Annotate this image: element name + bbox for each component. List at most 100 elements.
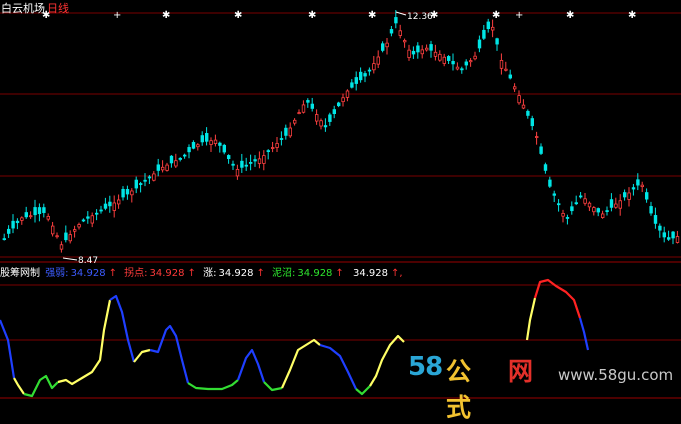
up-arrow-icon: ↑ bbox=[187, 268, 196, 279]
candle-body bbox=[490, 26, 495, 31]
candle-body bbox=[631, 187, 636, 190]
event-marker-icon[interactable]: ✱ bbox=[368, 10, 376, 21]
candle-body bbox=[226, 155, 231, 159]
candle-body bbox=[156, 164, 160, 171]
watermark-gongshi: 公式 bbox=[446, 357, 472, 422]
stock-name: 白云机场 bbox=[1, 2, 45, 15]
event-marker-icon[interactable]: + bbox=[515, 10, 523, 21]
candle-body bbox=[583, 198, 587, 204]
candle-body bbox=[37, 207, 42, 215]
chart-window[interactable]: ✱ + ✱ ✱ ✱ ✱ ✱ ✱ + ✱ ✱ 12.36 8.47 白云机场 日线 … bbox=[0, 0, 681, 422]
candle-body bbox=[24, 212, 28, 218]
candle-body bbox=[627, 192, 631, 200]
candle-body bbox=[174, 160, 178, 167]
candle-body bbox=[33, 207, 37, 216]
candle-body bbox=[99, 209, 103, 212]
candle-body bbox=[548, 179, 552, 187]
candle-body bbox=[394, 17, 398, 24]
candle-body bbox=[42, 207, 46, 213]
indicator-line-segment bbox=[187, 379, 239, 391]
candle-body bbox=[73, 229, 77, 232]
kline-chart[interactable]: ✱ + ✱ ✱ ✱ ✱ ✱ ✱ + ✱ ✱ 12.36 8.47 bbox=[0, 0, 681, 407]
candle-body bbox=[645, 192, 649, 200]
indicator-item: 泥沼: 34.928 ↑ bbox=[272, 268, 346, 279]
candle-body bbox=[103, 203, 108, 209]
event-marker-icon[interactable]: ✱ bbox=[234, 10, 242, 21]
indicator-line-segment bbox=[355, 385, 371, 396]
candle-body bbox=[81, 219, 86, 222]
candle-body bbox=[306, 100, 310, 103]
candle-body bbox=[350, 82, 354, 88]
indicator-name[interactable]: 股筹网制 bbox=[0, 268, 40, 279]
indicator-item-value: 34.928 bbox=[218, 268, 254, 279]
candlesticks bbox=[2, 10, 680, 253]
candle-body bbox=[86, 216, 90, 219]
candle-body bbox=[301, 104, 306, 113]
candle-body bbox=[526, 110, 530, 116]
candle-body bbox=[662, 232, 666, 238]
candle-body bbox=[213, 139, 218, 144]
indicator-item: 拐点: 34.928 ↑ bbox=[124, 268, 198, 279]
candle-body bbox=[231, 163, 235, 166]
candle-body bbox=[411, 50, 416, 55]
watermark-url: www.58gu.com bbox=[558, 366, 674, 384]
candle-body bbox=[623, 192, 627, 198]
candle-body bbox=[297, 112, 301, 114]
indicator-item-label: 强弱: bbox=[45, 268, 69, 279]
candle-body bbox=[653, 215, 658, 224]
candle-body bbox=[130, 190, 134, 196]
candle-body bbox=[165, 164, 169, 171]
candle-body bbox=[407, 49, 411, 58]
candle-body bbox=[367, 69, 372, 72]
event-marker-icon[interactable]: ✱ bbox=[628, 10, 636, 21]
extreme-labels: 12.36 8.47 bbox=[62, 11, 433, 266]
candle-body bbox=[160, 166, 165, 171]
up-arrow-icon: ↑ bbox=[108, 268, 117, 279]
candle-body bbox=[266, 150, 270, 153]
candle-body bbox=[218, 142, 222, 146]
candle-body bbox=[675, 236, 680, 243]
candle-body bbox=[504, 68, 508, 71]
candle-body bbox=[614, 203, 618, 208]
candle-body bbox=[77, 224, 81, 228]
candle-body bbox=[495, 38, 499, 45]
timeframe-label[interactable]: 日线 bbox=[47, 2, 69, 15]
event-markers[interactable]: ✱ + ✱ ✱ ✱ ✱ ✱ ✱ + ✱ ✱ bbox=[42, 10, 636, 21]
candle-body bbox=[345, 90, 350, 98]
candle-body bbox=[2, 238, 6, 241]
candle-body bbox=[570, 206, 574, 212]
event-marker-icon[interactable]: ✱ bbox=[566, 10, 574, 21]
candle-body bbox=[11, 220, 15, 229]
candle-body bbox=[134, 179, 138, 189]
event-marker-icon[interactable]: ✱ bbox=[162, 10, 170, 21]
indicator-line-segment bbox=[533, 278, 582, 319]
candle-body bbox=[20, 217, 24, 221]
indicator-line-segment bbox=[369, 334, 405, 387]
indicator-item-label: 泥沼: bbox=[272, 268, 296, 279]
candle-body bbox=[336, 102, 341, 107]
candle-body bbox=[310, 103, 314, 109]
candle-body bbox=[517, 95, 521, 104]
candle-body bbox=[442, 56, 446, 64]
candle-body bbox=[508, 74, 512, 79]
event-marker-icon[interactable]: ✱ bbox=[308, 10, 316, 21]
candle-body bbox=[649, 206, 653, 214]
candle-body bbox=[640, 184, 644, 188]
event-marker-icon[interactable]: + bbox=[113, 10, 121, 21]
candle-body bbox=[257, 158, 262, 164]
candle-body bbox=[15, 220, 20, 224]
indicator-item-value: 34.928 bbox=[353, 268, 388, 279]
indicator-legend: 股筹网制 强弱: 34.928 ↑ 拐点: 34.928 ↑ 涨: 34.928 ↑ 泥沼:… bbox=[0, 264, 409, 280]
candle-body bbox=[90, 215, 94, 224]
candle-body bbox=[275, 143, 279, 148]
candle-body bbox=[112, 202, 116, 211]
candle-body bbox=[658, 225, 662, 231]
chart-title: 白云机场 日线 bbox=[1, 0, 69, 16]
indicator-line-segment bbox=[578, 317, 590, 351]
candle-body bbox=[143, 179, 147, 182]
watermark-wang: 网 bbox=[508, 357, 534, 386]
event-marker-icon[interactable]: ✱ bbox=[492, 10, 500, 21]
indicator-lines bbox=[0, 278, 590, 398]
up-arrow-icon: ↑, bbox=[391, 268, 403, 279]
candle-body bbox=[354, 77, 358, 84]
